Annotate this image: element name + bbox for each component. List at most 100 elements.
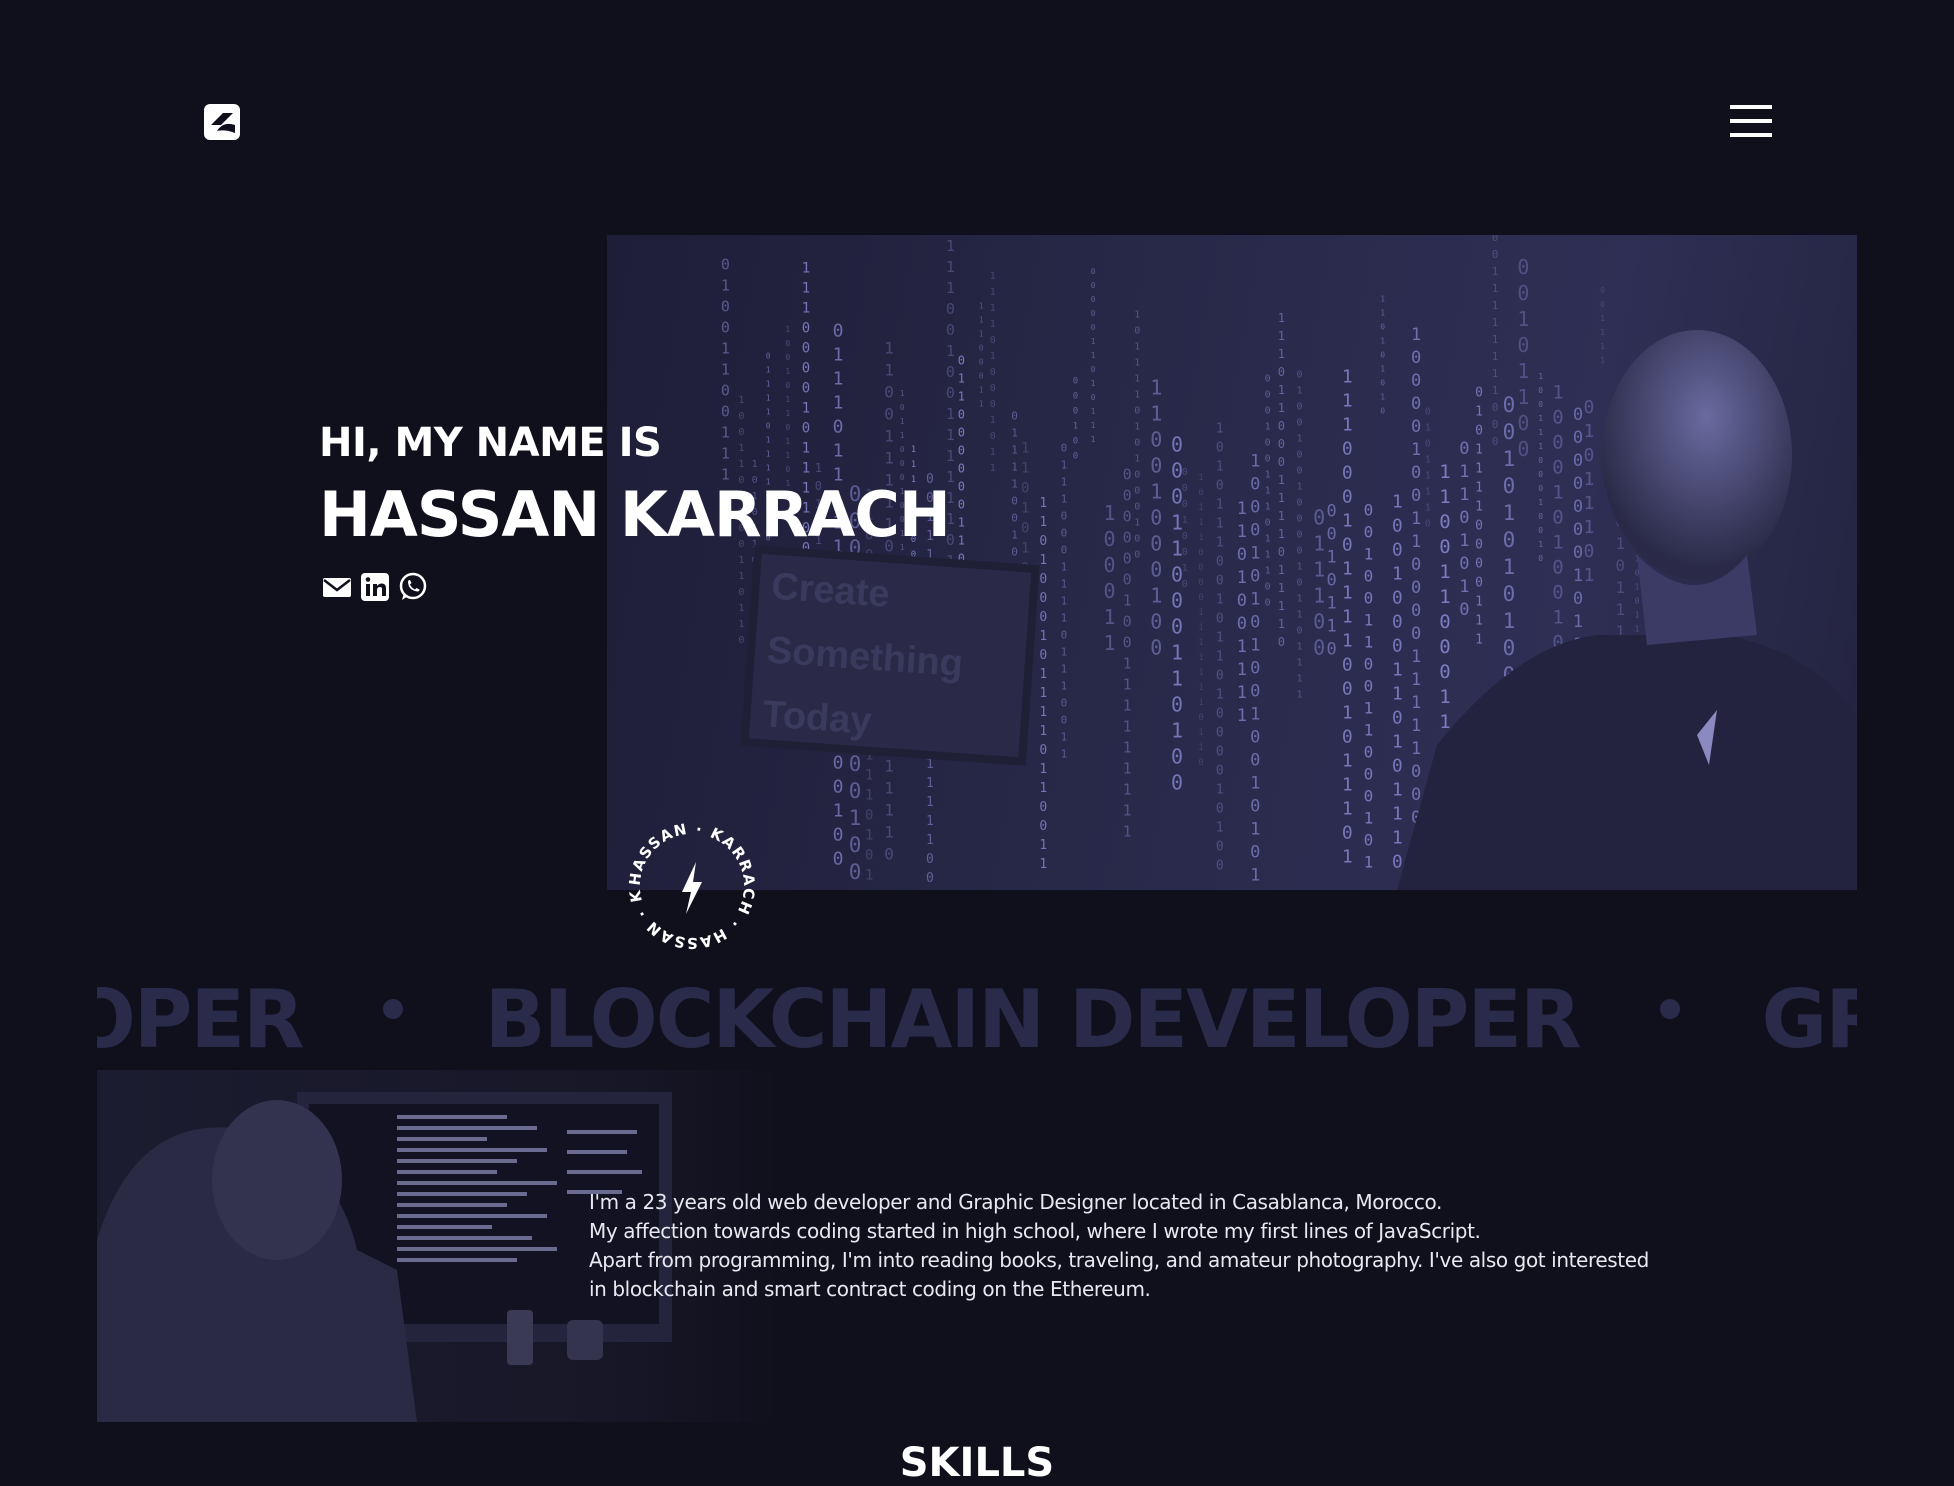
hero-greeting: HI, MY NAME IS (319, 420, 662, 466)
binary-digit: 0 (958, 408, 965, 422)
binary-digit: 1 (1061, 476, 1068, 489)
binary-digit: 0 (1198, 488, 1203, 498)
binary-digit: 0 (1123, 487, 1132, 505)
binary-digit: 1 (802, 461, 810, 477)
binary-digit: 0 (1342, 823, 1353, 844)
binary-digit: 0 (1182, 483, 1188, 494)
hero-image: 0100110011110011011001101101010110100111… (607, 235, 1857, 890)
about-paragraph-1: I'm a 23 years old web developer and Gra… (589, 1190, 1442, 1214)
binary-digit: 0 (1198, 548, 1203, 558)
binary-digit: 0 (1216, 554, 1224, 569)
binary-digit: 0 (721, 319, 730, 337)
binary-digit: 1 (1061, 493, 1068, 506)
binary-digit: 1 (1237, 568, 1247, 588)
binary-digit: 1 (1091, 421, 1096, 430)
binary-digit: 1 (785, 437, 790, 446)
binary-digit: 1 (721, 445, 730, 463)
binary-digit: 0 (1364, 523, 1374, 542)
binary-digit: 1 (1216, 649, 1224, 664)
binary-digit: 0 (1091, 393, 1096, 402)
binary-digit: 0 (721, 256, 730, 274)
binary-digit: 0 (1237, 545, 1247, 565)
binary-digit: 1 (738, 603, 744, 614)
binary-digit: 0 (802, 321, 810, 337)
binary-digit: 1 (1021, 441, 1029, 457)
binary-digit: 1 (1216, 687, 1224, 702)
binary-digit: 1 (1327, 548, 1337, 568)
binary-digit: 0 (1021, 521, 1029, 537)
binary-digit: 1 (1250, 705, 1260, 725)
binary-digit: 0 (1265, 582, 1271, 593)
binary-digit: 0 (1327, 571, 1337, 591)
binary-digit: 0 (1216, 573, 1224, 588)
binary-digit: 0 (1342, 679, 1353, 700)
binary-digit: 0 (1123, 529, 1132, 547)
binary-digit: 0 (833, 752, 844, 773)
binary-digit: 0 (1134, 534, 1140, 545)
binary-digit: 1 (946, 237, 955, 255)
binary-digit: 0 (738, 427, 744, 438)
binary-digit: 1 (1492, 282, 1499, 295)
binary-digit: 0 (1134, 486, 1140, 497)
binary-digit: 1 (926, 833, 934, 848)
email-icon[interactable] (322, 572, 352, 602)
binary-digit: 0 (958, 462, 965, 476)
binary-digit: 1 (1364, 633, 1374, 652)
whatsapp-icon[interactable] (398, 572, 428, 602)
binary-digit: 1 (1342, 703, 1353, 724)
binary-digit: 1 (833, 440, 844, 461)
binary-digit: 1 (1039, 705, 1047, 720)
binary-digit: 0 (738, 411, 744, 422)
binary-digit: 1 (1342, 631, 1353, 652)
binary-digit: 1 (1021, 461, 1029, 477)
binary-digit: 1 (802, 301, 810, 317)
binary-digit: 1 (1216, 782, 1224, 797)
binary-digit: 1 (1021, 541, 1029, 557)
binary-digit: 0 (1216, 725, 1224, 740)
binary-digit: 1 (1364, 611, 1374, 630)
binary-digit: 1 (1342, 799, 1353, 820)
binary-digit: 0 (946, 321, 955, 339)
binary-digit: 0 (802, 361, 810, 377)
binary-digit: 1 (802, 261, 810, 277)
binary-digit: 0 (1198, 713, 1203, 723)
binary-digit: 0 (1297, 514, 1303, 525)
binary-digit: 0 (1073, 436, 1078, 446)
binary-digit: 0 (1073, 376, 1078, 386)
binary-digit: 0 (1517, 255, 1529, 279)
binary-digit: 0 (833, 776, 844, 797)
binary-digit: 1 (1061, 459, 1068, 472)
binary-digit: 1 (1342, 775, 1353, 796)
linkedin-icon[interactable] (360, 572, 390, 602)
binary-digit: 1 (1150, 479, 1162, 503)
binary-digit: 1 (1134, 358, 1140, 369)
binary-digit: 0 (1364, 677, 1374, 696)
binary-digit: 0 (1134, 406, 1140, 417)
binary-digit: 1 (1278, 527, 1285, 541)
binary-digit: 1 (1342, 607, 1353, 628)
binary-digit: 1 (900, 431, 905, 440)
binary-digit: 0 (1250, 613, 1260, 633)
binary-digit: 0 (1104, 527, 1116, 551)
brand-logo-icon[interactable] (203, 103, 241, 141)
binary-digit: 1 (1198, 638, 1203, 648)
binary-digit: 1 (1297, 594, 1303, 605)
binary-digit: 1 (1061, 646, 1068, 659)
binary-digit: 0 (958, 498, 965, 512)
binary-digit: 1 (1150, 375, 1162, 399)
binary-digit: 0 (1061, 544, 1068, 557)
binary-digit: 1 (1039, 553, 1047, 568)
binary-digit: 1 (1297, 434, 1303, 445)
binary-digit: 1 (1134, 422, 1140, 433)
hero-monitor: Create Something Today (740, 545, 1040, 766)
binary-digit: 0 (1342, 727, 1353, 748)
binary-digit: 1 (1313, 584, 1325, 608)
binary-digit: 0 (1364, 501, 1374, 520)
binary-digit: 1 (1061, 748, 1068, 761)
binary-digit: 0 (1073, 391, 1078, 401)
hamburger-menu-icon[interactable] (1730, 105, 1772, 137)
binary-digit: 1 (1123, 802, 1132, 820)
binary-digit: 0 (1216, 763, 1224, 778)
binary-digit: 0 (1278, 365, 1285, 379)
binary-digit: 0 (1250, 843, 1260, 863)
